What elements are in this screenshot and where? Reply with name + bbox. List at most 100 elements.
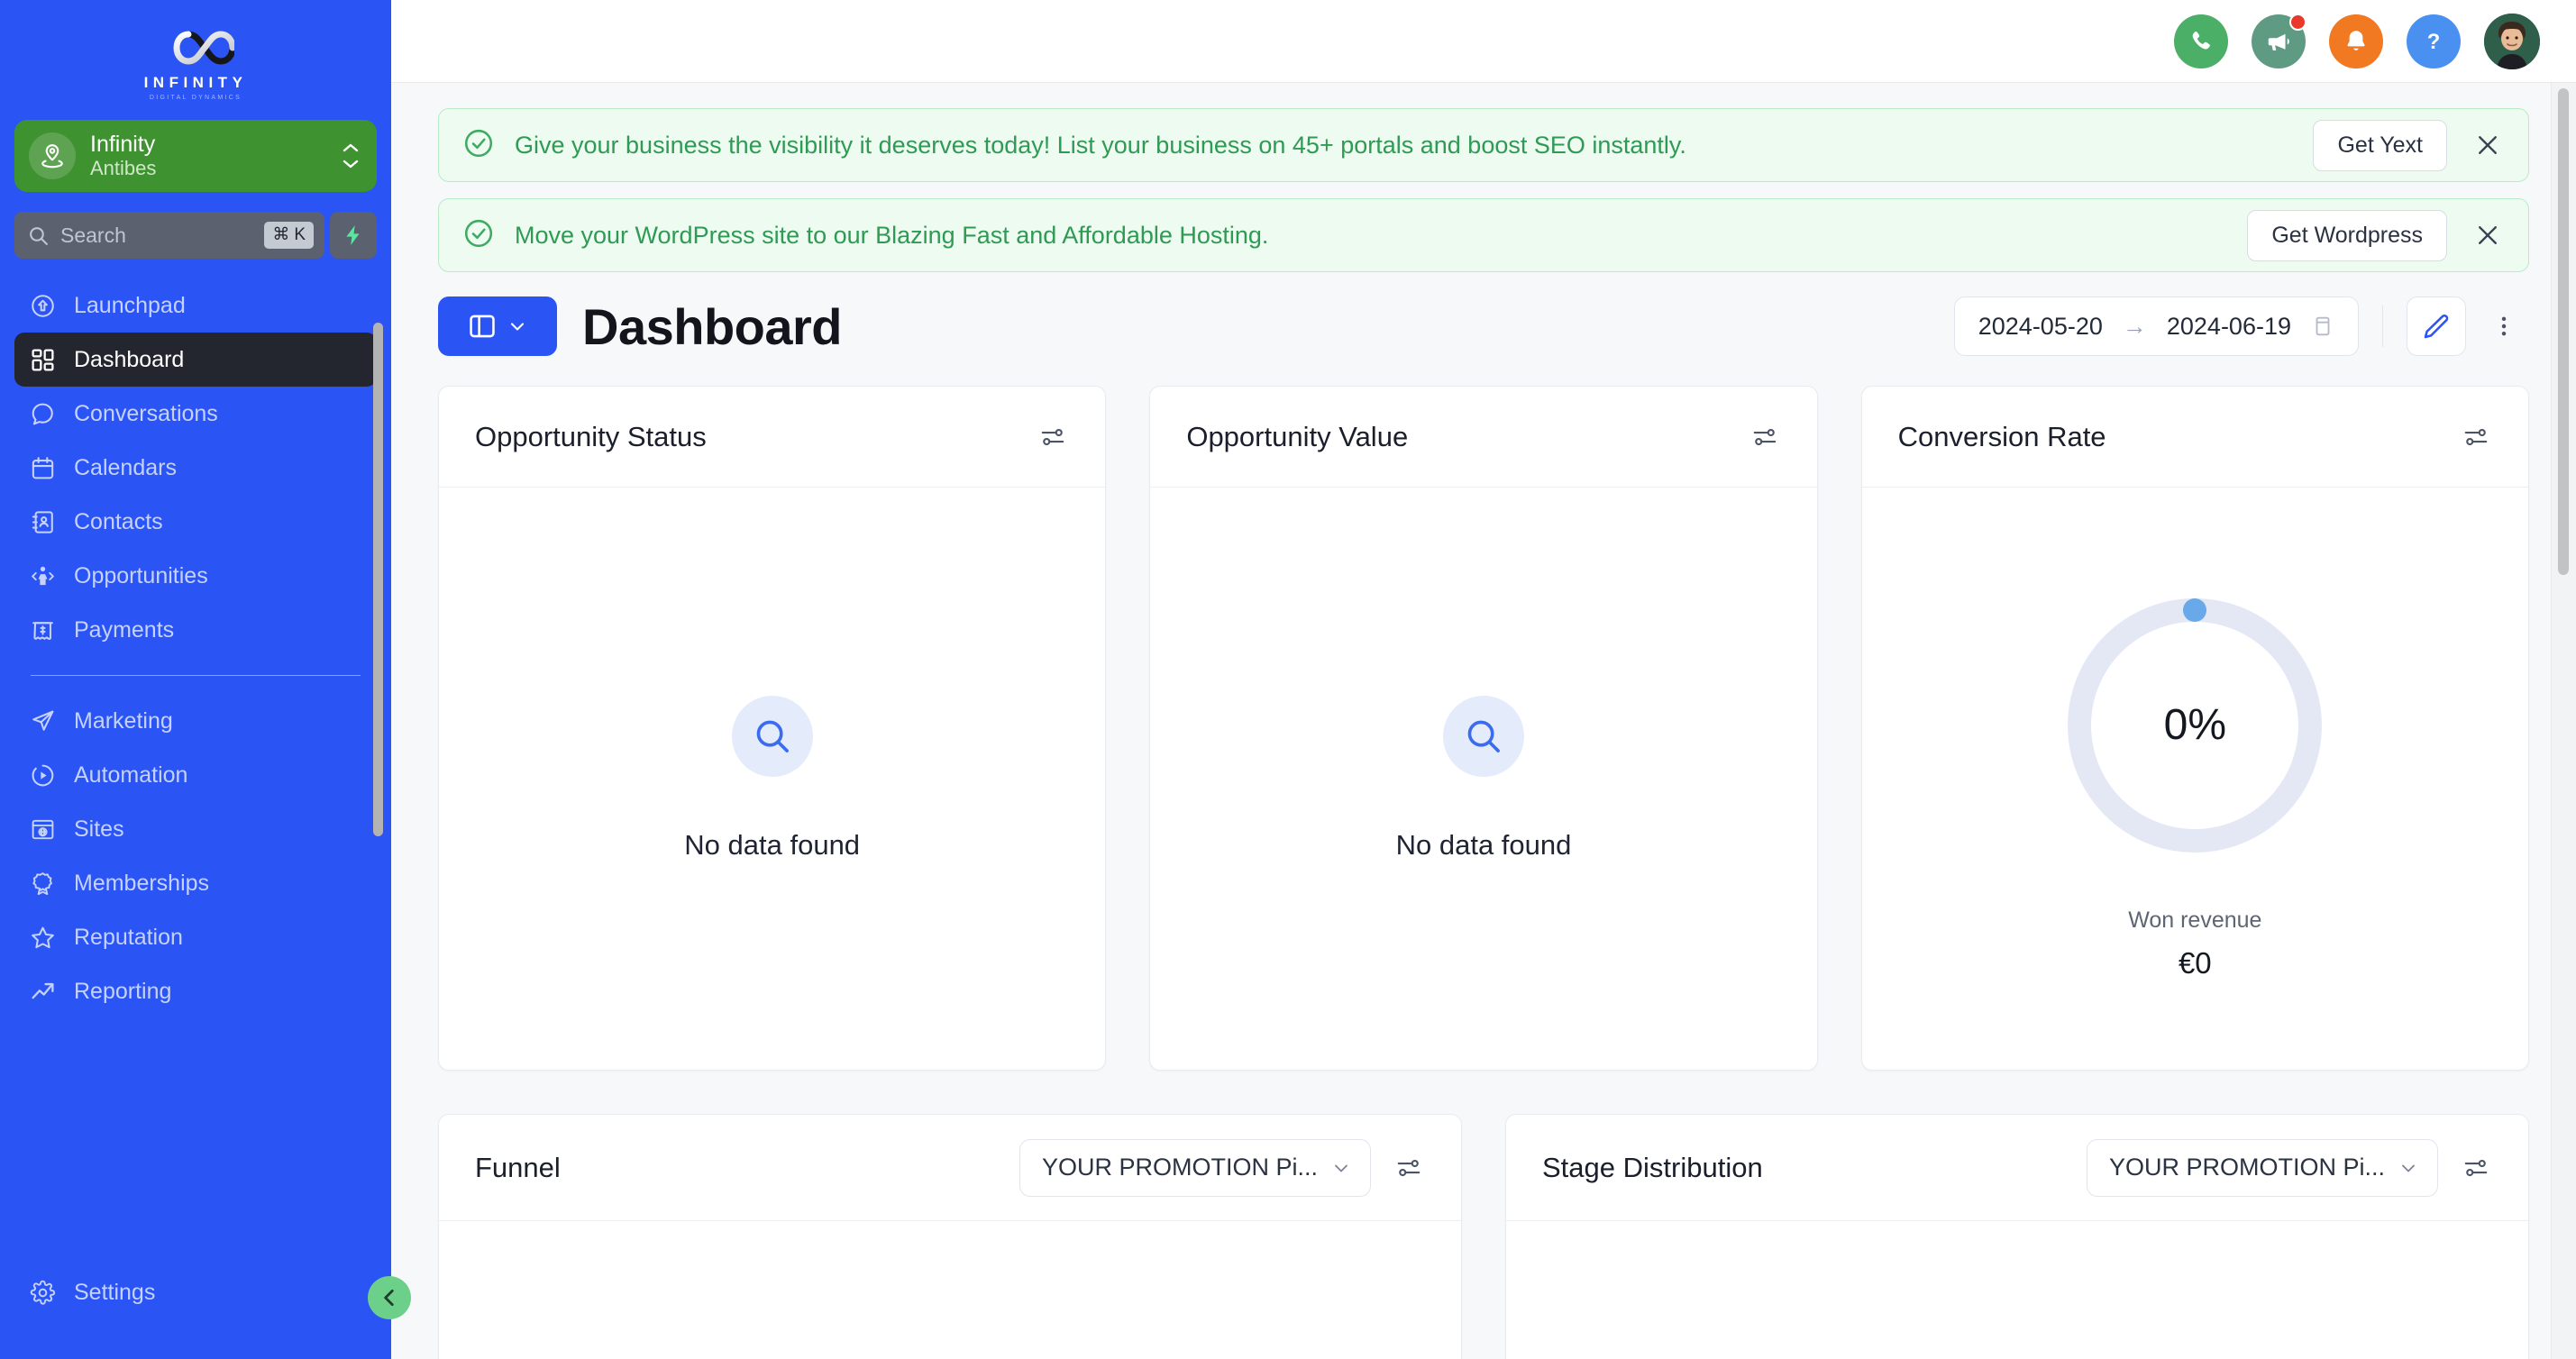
card-title: Opportunity Status — [475, 420, 707, 452]
sidebar-item-label: Conversations — [74, 400, 218, 426]
won-revenue-label: Won revenue — [2128, 907, 2262, 933]
sidebar-item-dashboard[interactable]: Dashboard — [14, 333, 377, 387]
date-range-start: 2024-05-20 — [1978, 312, 2103, 340]
sidebar-item-label: Opportunities — [74, 562, 208, 588]
location-pin-icon — [29, 132, 76, 179]
card-title: Funnel — [475, 1151, 561, 1183]
sidebar-item-label: Sites — [74, 816, 124, 842]
shortcut-key: K — [294, 224, 306, 244]
stage-pipeline-select[interactable]: YOUR PROMOTION Pi... — [2086, 1138, 2438, 1197]
get-yext-button[interactable]: Get Yext — [2313, 119, 2447, 171]
pipeline-selected-value: YOUR PROMOTION Pi... — [1041, 1154, 1318, 1181]
search-input[interactable]: Search ⌘ K — [14, 212, 324, 259]
page-header: Dashboard 2024-05-20 → 2024-06-19 — [438, 292, 2529, 360]
card-title: Stage Distribution — [1542, 1151, 1763, 1183]
help-button[interactable]: ? — [2407, 14, 2461, 68]
award-badge-icon — [29, 870, 56, 897]
sidebar-item-reporting[interactable]: Reporting — [14, 964, 377, 1018]
banner-text: Give your business the visibility it des… — [515, 131, 1686, 159]
sidebar-item-sites[interactable]: Sites — [14, 802, 377, 856]
topbar: ? — [391, 0, 2576, 83]
sidebar-item-label: Calendars — [74, 454, 177, 480]
chevron-down-icon — [1335, 1164, 1347, 1172]
sliders-icon[interactable] — [2454, 415, 2498, 459]
sidebar-item-opportunities[interactable]: Opportunities — [14, 549, 377, 603]
card-conversion-rate: Conversion Rate 0% Won revenue €0 — [1860, 386, 2529, 1071]
empty-state-icon-wrap — [731, 696, 813, 777]
sidebar-item-settings[interactable]: Settings — [14, 1265, 377, 1319]
empty-state-text: No data found — [684, 829, 861, 861]
edit-dashboard-button[interactable] — [2407, 296, 2466, 356]
banner-yext: Give your business the visibility it des… — [438, 108, 2529, 182]
page-title: Dashboard — [582, 297, 843, 355]
phone-icon — [2192, 31, 2210, 49]
get-wordpress-button[interactable]: Get Wordpress — [2247, 209, 2447, 261]
avatar[interactable] — [2484, 13, 2540, 69]
sidebar-item-memberships[interactable]: Memberships — [14, 856, 377, 910]
location-switcher[interactable]: Infinity Antibes — [14, 120, 377, 192]
page-header-actions: 2024-05-20 → 2024-06-19 — [1953, 296, 2529, 356]
avatar-icon — [2484, 13, 2540, 69]
primary-nav: Launchpad Dashboard Conversations Calend… — [0, 278, 391, 1018]
more-options-button[interactable] — [2479, 296, 2529, 356]
rocket-home-icon — [29, 292, 56, 319]
sliders-icon[interactable] — [1031, 415, 1074, 459]
chevron-up-down-icon — [341, 142, 361, 169]
location-name: Infinity — [90, 132, 156, 157]
check-circle-icon — [462, 127, 495, 164]
card-header: Opportunity Value — [1150, 387, 1817, 488]
sidebar-item-reputation[interactable]: Reputation — [14, 910, 377, 964]
sidebar-item-label: Launchpad — [74, 292, 186, 318]
quick-actions-button[interactable] — [330, 212, 377, 259]
gear-icon — [29, 1279, 56, 1306]
search-icon — [756, 720, 789, 752]
notifications-button[interactable] — [2329, 14, 2383, 68]
card-body — [439, 1221, 1461, 1359]
sidebar-item-label: Reporting — [74, 978, 172, 1004]
close-icon[interactable] — [2467, 124, 2508, 166]
sidebar-item-automation[interactable]: Automation — [14, 748, 377, 802]
card-title: Opportunity Value — [1186, 420, 1409, 452]
divider — [2382, 306, 2383, 347]
sliders-icon[interactable] — [1743, 415, 1786, 459]
paper-plane-icon — [29, 707, 56, 734]
card-body: No data found — [439, 488, 1105, 1070]
brand-logo: INFINITY DIGITAL DYNAMICS — [0, 0, 391, 113]
announcements-button[interactable] — [2252, 13, 2307, 68]
pipeline-selected-value: YOUR PROMOTION Pi... — [2108, 1154, 2385, 1181]
sidebar-item-label: Marketing — [74, 707, 173, 734]
sidebar-item-payments[interactable]: Payments — [14, 603, 377, 657]
funnel-pipeline-select[interactable]: YOUR PROMOTION Pi... — [1019, 1138, 1371, 1197]
sidebar-item-conversations[interactable]: Conversations — [14, 387, 377, 441]
card-body: No data found — [1150, 488, 1816, 1070]
sliders-icon[interactable] — [2454, 1146, 2498, 1190]
sidebar-item-marketing[interactable]: Marketing — [14, 694, 377, 748]
card-title: Conversion Rate — [1897, 420, 2106, 452]
close-icon[interactable] — [2467, 214, 2508, 256]
sidebar-item-contacts[interactable]: Contacts — [14, 495, 377, 549]
chevron-down-icon — [510, 323, 525, 331]
layout-switcher-button[interactable] — [438, 296, 557, 356]
lightning-bolt-icon — [346, 225, 360, 245]
svg-text:?: ? — [2427, 30, 2441, 54]
search-icon — [1467, 720, 1500, 752]
phone-button[interactable] — [2174, 14, 2228, 68]
sidebar-item-calendars[interactable]: Calendars — [14, 441, 377, 495]
banner-text: Move your WordPress site to our Blazing … — [515, 221, 1269, 249]
date-range-picker[interactable]: 2024-05-20 → 2024-06-19 — [1953, 296, 2359, 356]
sidebar-scrollbar[interactable] — [373, 323, 383, 836]
megaphone-icon — [2268, 33, 2289, 50]
sidebar-collapse-button[interactable] — [368, 1276, 411, 1319]
sidebar-item-launchpad[interactable]: Launchpad — [14, 278, 377, 333]
notification-badge-dot — [2289, 13, 2307, 31]
kpi-card-row: Opportunity Status No data found Opportu… — [438, 386, 2529, 1071]
card-header: Funnel YOUR PROMOTION Pi... — [439, 1115, 1461, 1221]
search-shortcut-badge: ⌘ K — [264, 222, 314, 249]
shortcut-mod: ⌘ — [272, 225, 290, 244]
main-scrollbar-thumb[interactable] — [2558, 88, 2569, 575]
app-root: INFINITY DIGITAL DYNAMICS Infinity Antib… — [0, 0, 2576, 1359]
browser-globe-icon — [29, 816, 56, 843]
sliders-icon[interactable] — [1387, 1146, 1430, 1190]
card-body: 0% Won revenue €0 — [1862, 488, 2528, 1070]
date-range-arrow: → — [2122, 312, 2147, 340]
